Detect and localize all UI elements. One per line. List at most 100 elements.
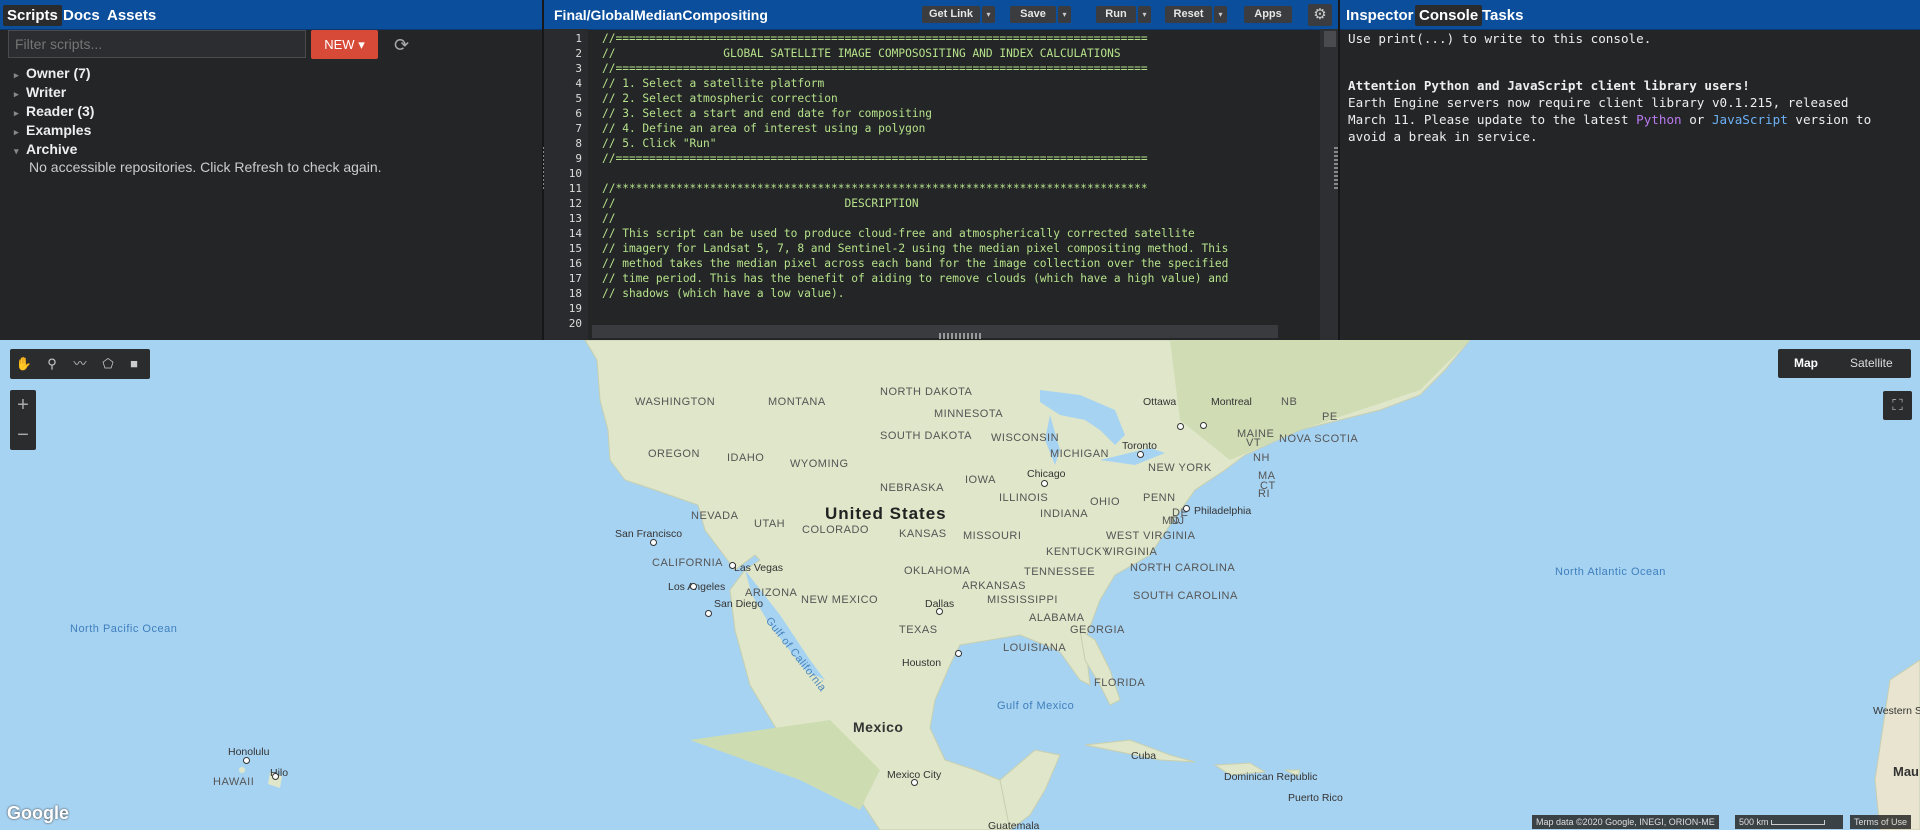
- get-link-button[interactable]: Get Link: [922, 6, 980, 23]
- script-title: Final/GlobalMedianCompositing: [554, 7, 768, 23]
- state-label: MISSOURI: [963, 530, 1022, 542]
- code-line: // shadows (which have a low value).: [602, 287, 845, 300]
- tree-label: Reader (3): [26, 103, 95, 119]
- city-label: Philadelphia: [1194, 505, 1252, 517]
- zoom-control: + −: [10, 390, 36, 450]
- tree-item-archive[interactable]: ▾ Archive: [14, 141, 77, 157]
- state-label: VT: [1246, 437, 1262, 449]
- tree-item-writer[interactable]: ▸ Writer: [14, 84, 66, 100]
- tree-item-examples[interactable]: ▸ Examples: [14, 122, 91, 138]
- horizontal-splitter-grip[interactable]: [939, 333, 981, 339]
- state-label: NEW MEXICO: [801, 594, 879, 606]
- expand-arrow-icon: ▸: [14, 70, 19, 80]
- refresh-icon[interactable]: ⟳: [394, 35, 409, 56]
- city-label: Ottawa: [1143, 396, 1177, 408]
- scroll-thumb[interactable]: [1324, 31, 1336, 47]
- state-label: MINNESOTA: [934, 408, 1004, 420]
- horizontal-scrollbar[interactable]: [592, 325, 1278, 338]
- state-label: RI: [1258, 488, 1270, 500]
- splitter-grip[interactable]: [1334, 147, 1338, 189]
- polygon-icon[interactable]: ⬠: [98, 354, 118, 374]
- console-text: version to: [1787, 112, 1872, 127]
- console-text: March 11. Please update to the latest: [1348, 112, 1637, 127]
- country-label: United States: [825, 504, 947, 523]
- line-number: 11: [568, 182, 582, 195]
- state-label: NEVADA: [691, 510, 739, 522]
- line-number: 4: [575, 77, 582, 90]
- tab-tasks[interactable]: Tasks: [1478, 5, 1527, 26]
- tab-inspector[interactable]: Inspector: [1342, 5, 1418, 26]
- zoom-in-icon[interactable]: +: [10, 390, 36, 420]
- hand-icon[interactable]: ✋: [14, 354, 34, 374]
- map-type-map[interactable]: Map: [1794, 356, 1818, 370]
- map-attribution[interactable]: Map data ©2020 Google, INEGI, ORION-ME: [1532, 815, 1719, 829]
- state-label: WISCONSIN: [991, 432, 1060, 444]
- code-line: // DESCRIPTION: [602, 197, 919, 210]
- python-link[interactable]: Python: [1636, 112, 1682, 127]
- city-marker: [1041, 480, 1048, 487]
- rectangle-icon[interactable]: ■: [124, 354, 144, 374]
- console-message-line: avoid a break in service.: [1348, 129, 1538, 144]
- tab-scripts[interactable]: Scripts: [3, 5, 62, 26]
- left-tab-bar: Scripts Docs Assets: [0, 0, 542, 30]
- expand-arrow-icon: ▸: [14, 127, 19, 137]
- state-label: FLORIDA: [1094, 677, 1146, 689]
- code-line: //**************************************…: [602, 182, 1148, 195]
- line-icon[interactable]: 〰: [70, 354, 90, 374]
- state-label: MONTANA: [768, 396, 826, 408]
- marker-icon[interactable]: ⚲: [42, 354, 62, 374]
- fullscreen-icon[interactable]: ⛶: [1883, 391, 1912, 420]
- save-dropdown-icon[interactable]: ▾: [1058, 6, 1071, 23]
- state-label: CALIFORNIA: [652, 557, 724, 569]
- state-label: LOUISIANA: [1003, 642, 1067, 654]
- save-button[interactable]: Save: [1010, 6, 1056, 23]
- map-view[interactable]: ✋ ⚲ 〰 ⬠ ■ + − Map Satellite ⛶ WASHINGTON…: [0, 340, 1920, 830]
- state-label: ILLINOIS: [999, 492, 1049, 504]
- code-line: // time period. This has the benefit of …: [602, 272, 1229, 285]
- city-label: Cuba: [1131, 750, 1157, 762]
- terms-of-use-link[interactable]: Terms of Use: [1850, 815, 1912, 829]
- city-label: Chicago: [1027, 468, 1066, 480]
- code-editor-panel: Final/GlobalMedianCompositing Get Link ▾…: [544, 0, 1338, 340]
- region-label: Mau: [1893, 764, 1919, 779]
- reset-button[interactable]: Reset: [1165, 6, 1212, 23]
- reset-dropdown-icon[interactable]: ▾: [1214, 6, 1227, 23]
- state-label: SOUTH DAKOTA: [880, 430, 972, 442]
- run-button[interactable]: Run: [1096, 6, 1136, 23]
- map-type-satellite[interactable]: Satellite: [1850, 356, 1893, 370]
- get-link-dropdown-icon[interactable]: ▾: [982, 6, 995, 23]
- line-number: 10: [568, 167, 582, 180]
- country-label: Mexico: [853, 719, 904, 735]
- line-number-gutter: 1 2 3 4 5 6 7 8 9 10 11 12 13 14 15 16 17 18 19 20: [544, 29, 588, 340]
- javascript-link[interactable]: JavaScript: [1712, 112, 1788, 127]
- console-message-line: Earth Engine servers now require client …: [1348, 95, 1849, 110]
- apps-button[interactable]: Apps: [1244, 6, 1292, 23]
- new-button[interactable]: NEW ▾: [311, 30, 378, 59]
- map-type-toggle: Map Satellite: [1778, 349, 1911, 378]
- line-number: 6: [575, 107, 582, 120]
- tree-item-reader[interactable]: ▸ Reader (3): [14, 103, 94, 119]
- console-hint: Use print(...) to write to this console.: [1348, 31, 1652, 46]
- ocean-label: Gulf of Mexico: [997, 700, 1075, 712]
- tab-docs[interactable]: Docs: [59, 5, 104, 26]
- tree-item-owner[interactable]: ▸ Owner (7): [14, 65, 91, 81]
- line-number: 15: [568, 242, 582, 255]
- tree-label: Writer: [26, 84, 67, 100]
- google-logo: Google: [7, 803, 69, 823]
- code-line: //======================================…: [602, 32, 1148, 45]
- city-marker: [911, 779, 918, 786]
- state-label: NB: [1281, 396, 1298, 408]
- run-dropdown-icon[interactable]: ▾: [1138, 6, 1151, 23]
- code-line: //======================================…: [602, 152, 1148, 165]
- code-line: // 1. Select a satellite platform: [602, 77, 825, 90]
- city-marker: [729, 562, 736, 569]
- line-number: 9: [575, 152, 582, 165]
- city-marker: [1177, 423, 1184, 430]
- tree-label: Archive: [26, 141, 78, 157]
- tab-console[interactable]: Console: [1415, 5, 1483, 26]
- city-marker: [1183, 505, 1190, 512]
- zoom-out-icon[interactable]: −: [10, 420, 36, 450]
- tab-assets[interactable]: Assets: [103, 5, 160, 26]
- filter-scripts-input[interactable]: [8, 30, 306, 58]
- gear-icon[interactable]: ⚙: [1308, 4, 1332, 26]
